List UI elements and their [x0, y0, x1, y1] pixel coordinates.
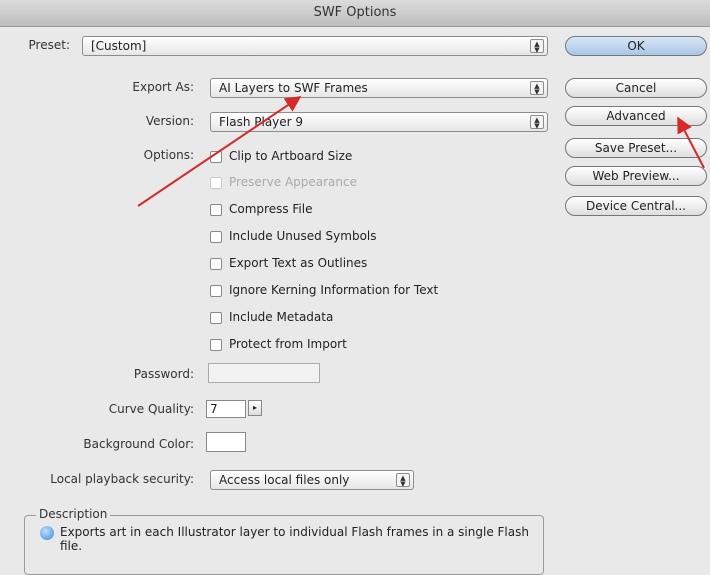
export-as-select[interactable]: AI Layers to SWF Frames ▲ ▼	[210, 78, 548, 98]
checkbox-label: Include Unused Symbols	[229, 229, 377, 243]
device-central-button[interactable]: Device Central...	[565, 196, 707, 216]
stepper-arrows-icon: ▲ ▼	[530, 39, 544, 54]
preset-select[interactable]: [Custom] ▲ ▼	[82, 36, 548, 56]
description-text: Exports art in each Illustrator layer to…	[60, 525, 529, 553]
save-preset-button[interactable]: Save Preset...	[565, 138, 707, 158]
checkbox-box-icon	[210, 230, 222, 243]
description-title: Description	[36, 507, 111, 521]
version-select[interactable]: Flash Player 9 ▲ ▼	[210, 112, 548, 132]
clip-to-artboard-checkbox[interactable]: Clip to Artboard Size	[210, 148, 352, 164]
cancel-button[interactable]: Cancel	[565, 78, 707, 98]
curve-quality-field[interactable]: 7	[206, 400, 246, 418]
checkbox-box-icon	[210, 203, 222, 216]
local-playback-label: Local playback security:	[50, 472, 194, 486]
checkbox-label: Clip to Artboard Size	[229, 149, 353, 163]
compress-file-checkbox[interactable]: Compress File	[210, 201, 312, 217]
local-playback-value: Access local files only	[219, 473, 350, 487]
background-color-swatch[interactable]	[206, 432, 246, 452]
checkbox-box-icon	[210, 150, 222, 163]
password-field	[208, 363, 320, 383]
curve-quality-value: 7	[210, 402, 218, 416]
preserve-appearance-checkbox: Preserve Appearance	[210, 174, 357, 190]
checkbox-label: Preserve Appearance	[229, 175, 357, 189]
include-unused-symbols-checkbox[interactable]: Include Unused Symbols	[210, 228, 377, 244]
curve-quality-dropdown-icon[interactable]: ▸	[248, 400, 262, 416]
stepper-arrows-icon: ▲ ▼	[396, 473, 410, 488]
protect-from-import-checkbox[interactable]: Protect from Import	[210, 336, 347, 352]
checkbox-label: Export Text as Outlines	[229, 256, 368, 270]
stepper-arrows-icon: ▲ ▼	[530, 81, 544, 96]
checkbox-box-icon	[210, 338, 222, 351]
password-label: Password:	[133, 367, 194, 381]
include-metadata-checkbox[interactable]: Include Metadata	[210, 309, 333, 325]
background-color-label: Background Color:	[83, 437, 194, 451]
export-as-label: Export As:	[132, 80, 194, 94]
info-icon	[40, 526, 54, 540]
ok-button[interactable]: OK	[565, 36, 707, 56]
web-preview-button[interactable]: Web Preview...	[565, 166, 707, 186]
options-label: Options:	[143, 148, 194, 162]
curve-quality-label: Curve Quality:	[108, 402, 194, 416]
checkbox-box-icon	[210, 257, 222, 270]
checkbox-label: Include Metadata	[229, 310, 334, 324]
version-label: Version:	[145, 114, 194, 128]
preset-label: Preset:	[28, 38, 70, 52]
checkbox-label: Ignore Kerning Information for Text	[229, 283, 439, 297]
export-as-value: AI Layers to SWF Frames	[219, 81, 368, 95]
preset-value: [Custom]	[91, 39, 147, 53]
checkbox-label: Compress File	[229, 202, 313, 216]
checkbox-box-icon	[210, 176, 222, 189]
version-value: Flash Player 9	[219, 115, 304, 129]
advanced-button[interactable]: Advanced	[565, 106, 707, 126]
checkbox-box-icon	[210, 284, 222, 297]
checkbox-label: Protect from Import	[229, 337, 347, 351]
local-playback-select[interactable]: Access local files only ▲ ▼	[210, 470, 414, 490]
stepper-arrows-icon: ▲ ▼	[530, 115, 544, 130]
ignore-kerning-checkbox[interactable]: Ignore Kerning Information for Text	[210, 282, 438, 298]
window-title: SWF Options	[0, 0, 710, 27]
export-text-outlines-checkbox[interactable]: Export Text as Outlines	[210, 255, 367, 271]
checkbox-box-icon	[210, 311, 222, 324]
